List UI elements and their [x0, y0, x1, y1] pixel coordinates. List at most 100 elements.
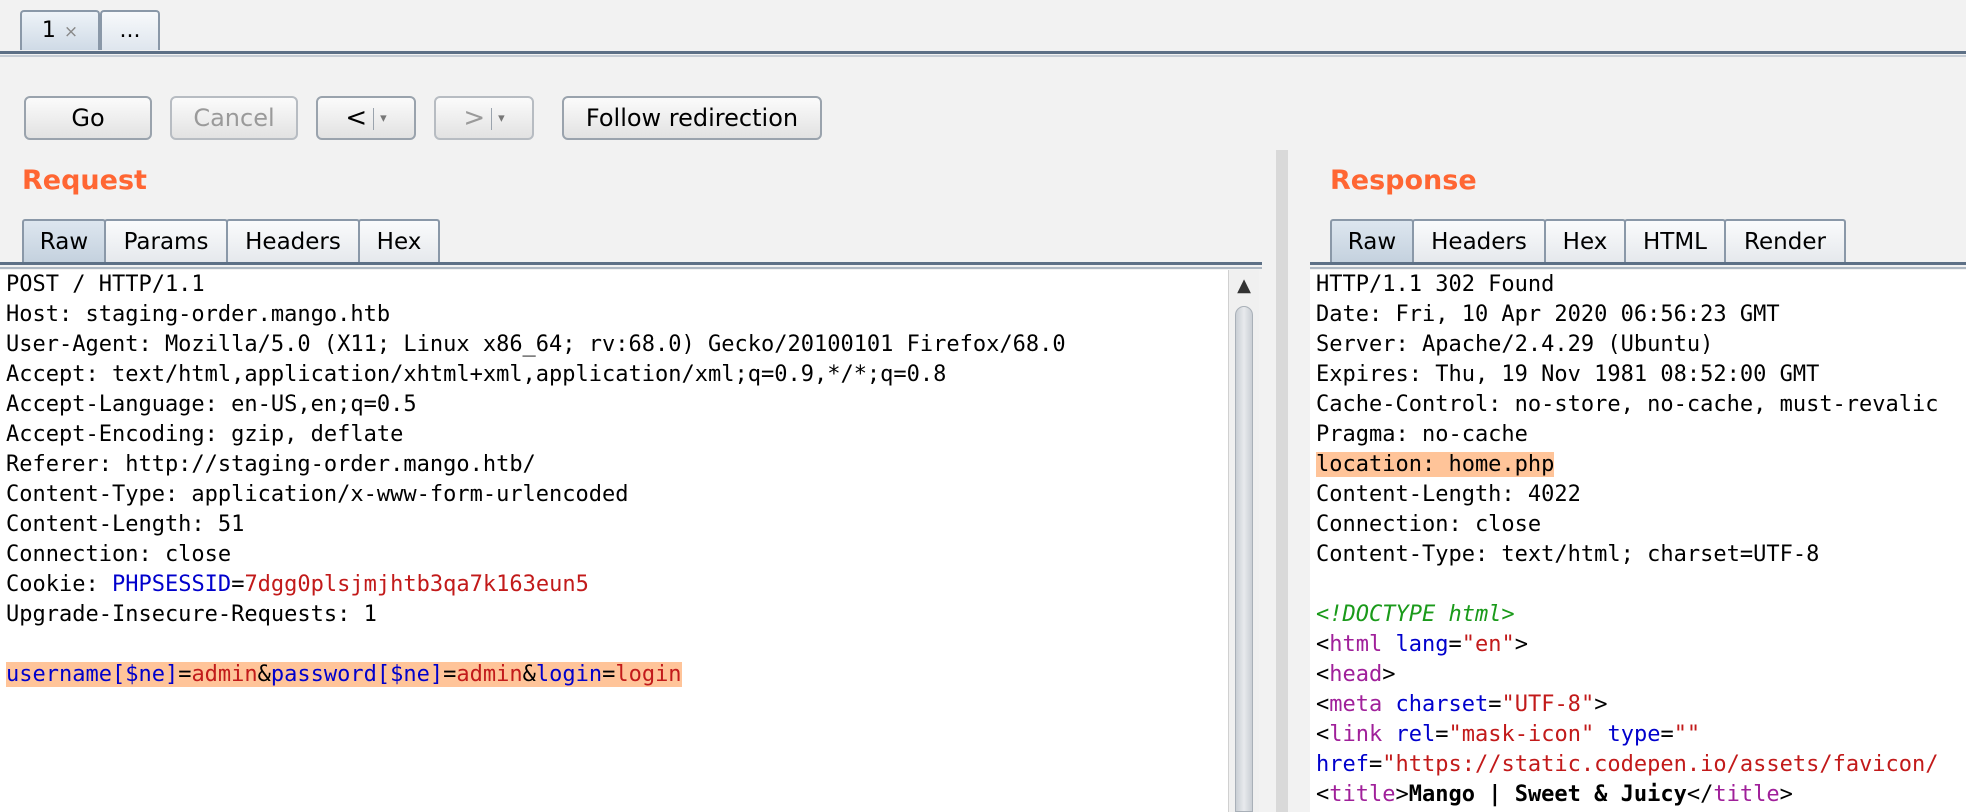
cookie-eq: = — [231, 572, 245, 597]
location-line: location: home.php — [1310, 450, 1966, 480]
forward-button[interactable]: > ▾ — [434, 96, 534, 140]
divider — [491, 108, 493, 130]
response-line: Pragma: no-cache — [1316, 422, 1528, 447]
request-line: Accept-Encoding: gzip, deflate — [6, 422, 404, 447]
quote: " — [1461, 632, 1475, 657]
request-tab-params[interactable]: Params — [104, 219, 228, 263]
attr-value: "https://static.codepen.io/assets/favico… — [1382, 752, 1938, 777]
request-line: Host: staging-order.mango.htb — [6, 302, 391, 327]
tag-bracket: > — [1514, 632, 1528, 657]
response-tab-html[interactable]: HTML — [1624, 219, 1726, 263]
request-editor[interactable]: POST / HTTP/1.1 Host: staging-order.mang… — [0, 270, 1228, 812]
request-tab-raw[interactable]: Raw — [22, 219, 106, 263]
tab-divider-shadow — [0, 55, 1966, 57]
response-line: Content-Type: text/html; charset=UTF-8 — [1316, 542, 1820, 567]
response-editor[interactable]: HTTP/1.1 302 Found Date: Fri, 10 Apr 202… — [1310, 270, 1966, 812]
param-name: password[$ne] — [270, 662, 444, 687]
repeater-tab-bar: 1 × ... — [0, 0, 1966, 60]
response-line: HTTP/1.1 302 Found — [1316, 272, 1555, 297]
chevron-right-icon: > — [463, 103, 486, 133]
tag-name: title — [1329, 782, 1396, 807]
attr-name: type — [1607, 722, 1661, 747]
response-tab-headers[interactable]: Headers — [1412, 219, 1546, 263]
chevron-left-icon: < — [345, 103, 368, 133]
attr-value: "mask-icon" — [1448, 722, 1594, 747]
quote: " — [1501, 692, 1515, 717]
go-button[interactable]: Go — [24, 96, 152, 140]
response-line: Date: Fri, 10 Apr 2020 06:56:23 GMT — [1316, 302, 1780, 327]
repeater-tab-1[interactable]: 1 × — [20, 10, 100, 50]
close-icon[interactable]: × — [64, 22, 78, 42]
attr-name: href — [1316, 752, 1369, 777]
tag-name: html — [1329, 632, 1383, 657]
attr-name: lang — [1395, 632, 1449, 657]
quote: " — [1501, 632, 1515, 657]
request-title: Request — [22, 165, 147, 196]
new-tab-button[interactable]: ... — [100, 10, 160, 50]
param-value: admin — [191, 662, 258, 687]
param-eq: = — [178, 662, 192, 687]
tag-bracket: </ — [1686, 782, 1714, 807]
back-button[interactable]: < ▾ — [316, 96, 416, 140]
location-highlight[interactable]: location: home.php — [1316, 452, 1555, 477]
tag-bracket: > — [1779, 782, 1793, 807]
response-line: Server: Apache/2.4.29 (Ubuntu) — [1316, 332, 1714, 357]
tab-label: 1 — [41, 18, 56, 43]
scroll-up-arrow-icon[interactable]: ▲ — [1229, 274, 1259, 298]
param-value: admin — [456, 662, 523, 687]
request-line: Accept: text/html,application/xhtml+xml,… — [6, 362, 947, 387]
quote: " — [1580, 722, 1595, 747]
request-line: Referer: http://staging-order.mango.htb/ — [6, 452, 536, 477]
follow-redirection-button[interactable]: Follow redirection — [562, 96, 822, 140]
request-line: Content-Length: 51 — [6, 512, 245, 537]
attr-value-text: https://static.codepen.io/assets/favicon… — [1395, 752, 1939, 777]
response-line: Content-Length: 4022 — [1316, 482, 1581, 507]
request-tab-divider-shadow — [0, 267, 1262, 269]
cookie-line: Cookie: PHPSESSID=7dgg0plsjmjhtb3qa7k163… — [0, 570, 1228, 600]
param-eq: = — [443, 662, 457, 687]
request-tab-divider — [0, 262, 1262, 265]
response-tab-raw[interactable]: Raw — [1330, 219, 1414, 263]
response-tab-hex[interactable]: Hex — [1544, 219, 1626, 263]
param-value: login — [615, 662, 682, 687]
request-line: POST / HTTP/1.1 — [6, 272, 205, 297]
link-tag-line: <link rel="mask-icon" type="" — [1316, 722, 1701, 747]
quote: " — [1382, 752, 1396, 777]
html-tag-line: <html lang="en"> — [1316, 632, 1528, 657]
cancel-button[interactable]: Cancel — [170, 96, 298, 140]
tag-bracket: < — [1316, 722, 1330, 747]
response-line: Cache-Control: no-store, no-cache, must-… — [1316, 392, 1939, 417]
quote: " — [1580, 692, 1595, 717]
request-line: Content-Type: application/x-www-form-url… — [6, 482, 629, 507]
request-tab-hex[interactable]: Hex — [358, 219, 440, 263]
request-body-line: username[$ne]=admin&password[$ne]=admin&… — [0, 660, 1228, 690]
head-tag-line: <head> — [1310, 660, 1966, 690]
tag-name: meta — [1329, 692, 1383, 717]
tag-bracket: < — [1316, 662, 1330, 687]
response-tab-render[interactable]: Render — [1724, 219, 1846, 263]
attr-value: "" — [1673, 722, 1701, 747]
tag-name: head — [1329, 662, 1383, 687]
request-tab-headers[interactable]: Headers — [226, 219, 360, 263]
pane-splitter[interactable] — [1276, 150, 1288, 812]
param-amp: & — [522, 662, 536, 687]
attr-value: "UTF-8" — [1501, 692, 1594, 717]
href-line: href="https://static.codepen.io/assets/f… — [1316, 752, 1939, 777]
attr-name: charset — [1395, 692, 1489, 717]
request-line: Accept-Language: en-US,en;q=0.5 — [6, 392, 417, 417]
title-tag-line: <title>Mango | Sweet & Juicy</title> — [1310, 780, 1966, 810]
tag-bracket: < — [1316, 782, 1330, 807]
request-body-highlight[interactable]: username[$ne]=admin&password[$ne]=admin&… — [6, 662, 682, 687]
tag-bracket: > — [1395, 782, 1409, 807]
chevron-down-icon[interactable]: ▾ — [498, 111, 505, 126]
tag-bracket: < — [1316, 632, 1330, 657]
chevron-down-icon[interactable]: ▾ — [380, 111, 387, 126]
request-line: User-Agent: Mozilla/5.0 (X11; Linux x86_… — [6, 332, 1066, 357]
param-name: login — [535, 662, 603, 687]
scrollbar-thumb[interactable] — [1235, 306, 1253, 812]
title-text: Mango | Sweet & Juicy — [1408, 782, 1687, 807]
request-scrollbar[interactable]: ▲ — [1228, 270, 1259, 812]
tag-bracket: > — [1382, 662, 1396, 687]
